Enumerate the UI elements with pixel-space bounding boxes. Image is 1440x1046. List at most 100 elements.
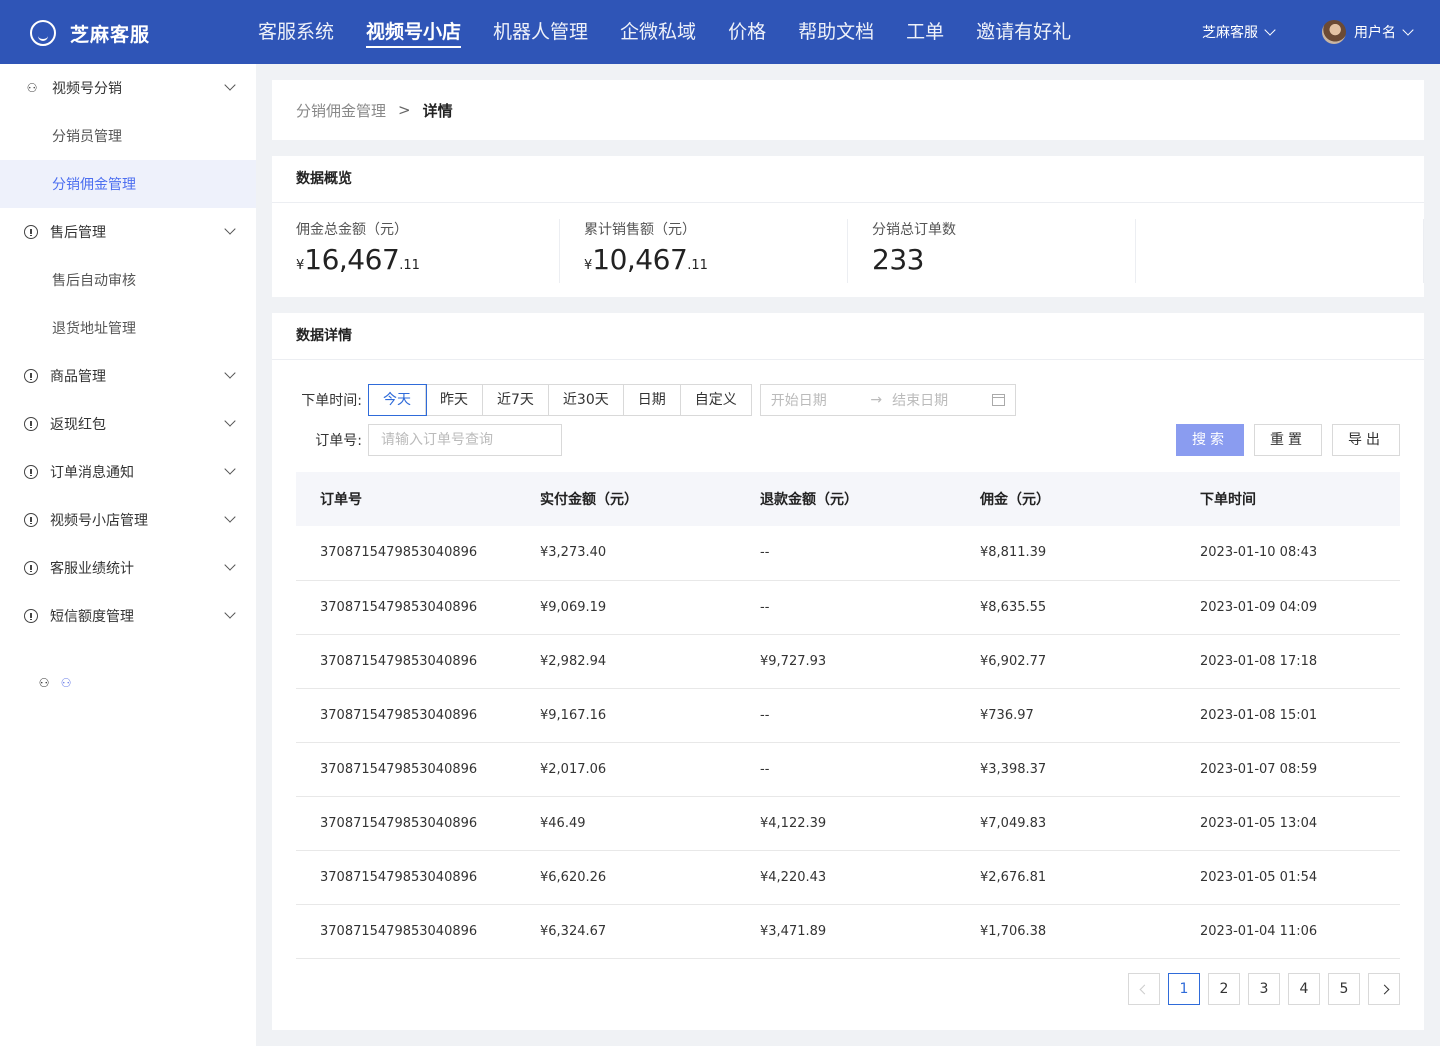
order-filter-label: 订单号: (315, 433, 362, 449)
user-menu[interactable]: 用户名 (1322, 20, 1414, 44)
calendar-icon (991, 394, 1005, 406)
col-order-time: 下单时间 (1200, 492, 1256, 508)
cell-paid-amount: ¥9,167.16 (540, 707, 607, 723)
chevron-down-icon (224, 367, 236, 379)
main-nav: 客服系统 视频号小店 机器人管理 企微私域 价格 帮助文档 工单 邀请有好礼 (242, 0, 1087, 64)
distribution-icon: ⚇ (38, 676, 50, 690)
page-button[interactable]: 3 (1248, 973, 1280, 1005)
col-commission: 佣金（元） (980, 492, 1050, 508)
order-filter-row: 订单号: (296, 424, 562, 456)
nav-item-wecom[interactable]: 企微私域 (604, 0, 712, 64)
col-order-number: 订单号 (320, 492, 362, 508)
cell-commission: ¥8,635.55 (980, 599, 1047, 615)
stat-value: 16,467 (304, 243, 400, 276)
cell-order-number: 3708715479853040896 (320, 545, 478, 561)
breadcrumb-current: 详情 (422, 101, 453, 120)
sidebar-group-sms[interactable]: 短信额度管理 (0, 592, 256, 640)
range-option-7days[interactable]: 近7天 (483, 385, 549, 415)
brand-name: 芝麻客服 (70, 23, 151, 46)
page-button[interactable]: 5 (1328, 973, 1360, 1005)
sidebar-group-shop[interactable]: 视频号小店管理 (0, 496, 256, 544)
account-switcher[interactable]: 芝麻客服 (1202, 22, 1276, 42)
nav-item-docs[interactable]: 帮助文档 (782, 0, 890, 64)
nav-item-robot[interactable]: 机器人管理 (477, 0, 604, 64)
info-icon (24, 561, 38, 575)
next-page-button[interactable] (1368, 973, 1400, 1005)
reset-button[interactable]: 重置 (1254, 424, 1322, 456)
col-refund-amount: 退款金额（元） (760, 492, 858, 508)
distribution-icon: ⚇ (26, 81, 38, 95)
sidebar-item-distributors[interactable]: 分销员管理 (0, 112, 256, 160)
nav-item-tickets[interactable]: 工单 (890, 0, 960, 64)
cell-commission: ¥2,676.81 (980, 869, 1047, 885)
sidebar-collapse-toggle[interactable]: ⚇ ⚇ (36, 676, 74, 690)
top-navbar: 芝麻客服 客服系统 视频号小店 机器人管理 企微私域 价格 帮助文档 工单 邀请… (0, 0, 1440, 64)
cell-paid-amount: ¥9,069.19 (540, 599, 607, 615)
time-filter-row: 下单时间: 今天 昨天 近7天 近30天 日期 自定义 开始日期 → 结束日期 (296, 384, 1016, 416)
sidebar-group-label: 返现红包 (50, 417, 106, 433)
cell-order-time: 2023-01-10 08:43 (1200, 545, 1318, 561)
order-number-input[interactable] (368, 424, 562, 456)
sidebar-group-label: 短信额度管理 (50, 609, 134, 625)
nav-item-invite[interactable]: 邀请有好礼 (960, 0, 1087, 64)
table-header-row: 订单号 实付金额（元） 退款金额（元） 佣金（元） 下单时间 (296, 472, 1400, 526)
sidebar-group-cashback[interactable]: 返现红包 (0, 400, 256, 448)
sidebar-group-goods[interactable]: 商品管理 (0, 352, 256, 400)
sidebar-item-auto-review[interactable]: 售后自动审核 (0, 256, 256, 304)
table-row: 3708715479853040896 ¥6,324.67 ¥3,471.89 … (296, 904, 1400, 958)
range-option-yesterday[interactable]: 昨天 (426, 385, 483, 415)
table-row: 3708715479853040896 ¥9,069.19 -- ¥8,635.… (296, 580, 1400, 634)
end-date-placeholder: 结束日期 (892, 393, 949, 409)
cell-refund-amount: -- (760, 599, 770, 615)
cell-commission: ¥1,706.38 (980, 923, 1047, 939)
cell-paid-amount: ¥46.49 (540, 815, 586, 831)
stat-label: 累计销售额（元） (584, 222, 696, 238)
stat-label: 分销总订单数 (872, 222, 956, 238)
stat-value: 10,467 (592, 243, 688, 276)
sidebar-group-stats[interactable]: 客服业绩统计 (0, 544, 256, 592)
page-button[interactable]: 2 (1208, 973, 1240, 1005)
page-button[interactable]: 4 (1288, 973, 1320, 1005)
range-option-custom[interactable]: 自定义 (681, 385, 751, 415)
overview-card: 数据概览 佣金总金额（元） ¥16,467.11 累计销售额（元） ¥10,46… (272, 156, 1424, 297)
breadcrumb-parent[interactable]: 分销佣金管理 (296, 100, 386, 121)
cell-refund-amount: ¥3,471.89 (760, 923, 827, 939)
username: 用户名 (1354, 25, 1396, 41)
prev-page-button[interactable] (1128, 973, 1160, 1005)
sidebar-group-order-notice[interactable]: 订单消息通知 (0, 448, 256, 496)
cell-commission: ¥8,811.39 (980, 545, 1047, 561)
table-row: 3708715479853040896 ¥3,273.40 -- ¥8,811.… (296, 526, 1400, 580)
sidebar: ⚇ 视频号分销 分销员管理 分销佣金管理 售后管理 售后自动审核 退货地址管理 … (0, 64, 256, 1046)
page-button[interactable]: 1 (1168, 973, 1200, 1005)
distribution-active-icon: ⚇ (60, 676, 72, 690)
date-range-picker[interactable]: 开始日期 → 结束日期 (759, 384, 1016, 416)
stat-orders: 分销总订单数 233 (848, 219, 1136, 283)
pagination: 1 2 3 4 5 (1128, 973, 1400, 1005)
sidebar-group-video-distribution[interactable]: ⚇ 视频号分销 (0, 64, 256, 112)
sidebar-group-aftersale[interactable]: 售后管理 (0, 208, 256, 256)
smile-logo-icon (30, 20, 56, 46)
brand[interactable]: 芝麻客服 (30, 18, 150, 48)
search-button[interactable]: 搜索 (1176, 424, 1244, 456)
sidebar-item-commission[interactable]: 分销佣金管理 (0, 160, 256, 208)
range-option-date[interactable]: 日期 (624, 385, 681, 415)
sidebar-group-label: 订单消息通知 (50, 465, 134, 481)
sidebar-item-return-address[interactable]: 退货地址管理 (0, 304, 256, 352)
range-option-today[interactable]: 今天 (368, 384, 427, 416)
sidebar-group-label: 视频号小店管理 (50, 513, 148, 529)
nav-item-customer-service[interactable]: 客服系统 (242, 0, 350, 64)
range-option-30days[interactable]: 近30天 (549, 385, 624, 415)
export-button[interactable]: 导出 (1332, 424, 1400, 456)
time-range-selector: 今天 昨天 近7天 近30天 日期 自定义 (368, 384, 752, 416)
cell-paid-amount: ¥6,324.67 (540, 923, 607, 939)
chevron-down-icon (1264, 24, 1276, 36)
chevron-down-icon (224, 223, 236, 235)
stat-decimal: .11 (687, 258, 708, 273)
cell-refund-amount: ¥4,220.43 (760, 869, 827, 885)
nav-item-video-shop[interactable]: 视频号小店 (350, 0, 477, 64)
sidebar-group-label: 视频号分销 (52, 81, 122, 97)
sidebar-group-label: 售后管理 (50, 225, 106, 241)
cell-paid-amount: ¥2,017.06 (540, 761, 607, 777)
nav-item-pricing[interactable]: 价格 (712, 0, 782, 64)
cell-order-number: 3708715479853040896 (320, 761, 478, 777)
